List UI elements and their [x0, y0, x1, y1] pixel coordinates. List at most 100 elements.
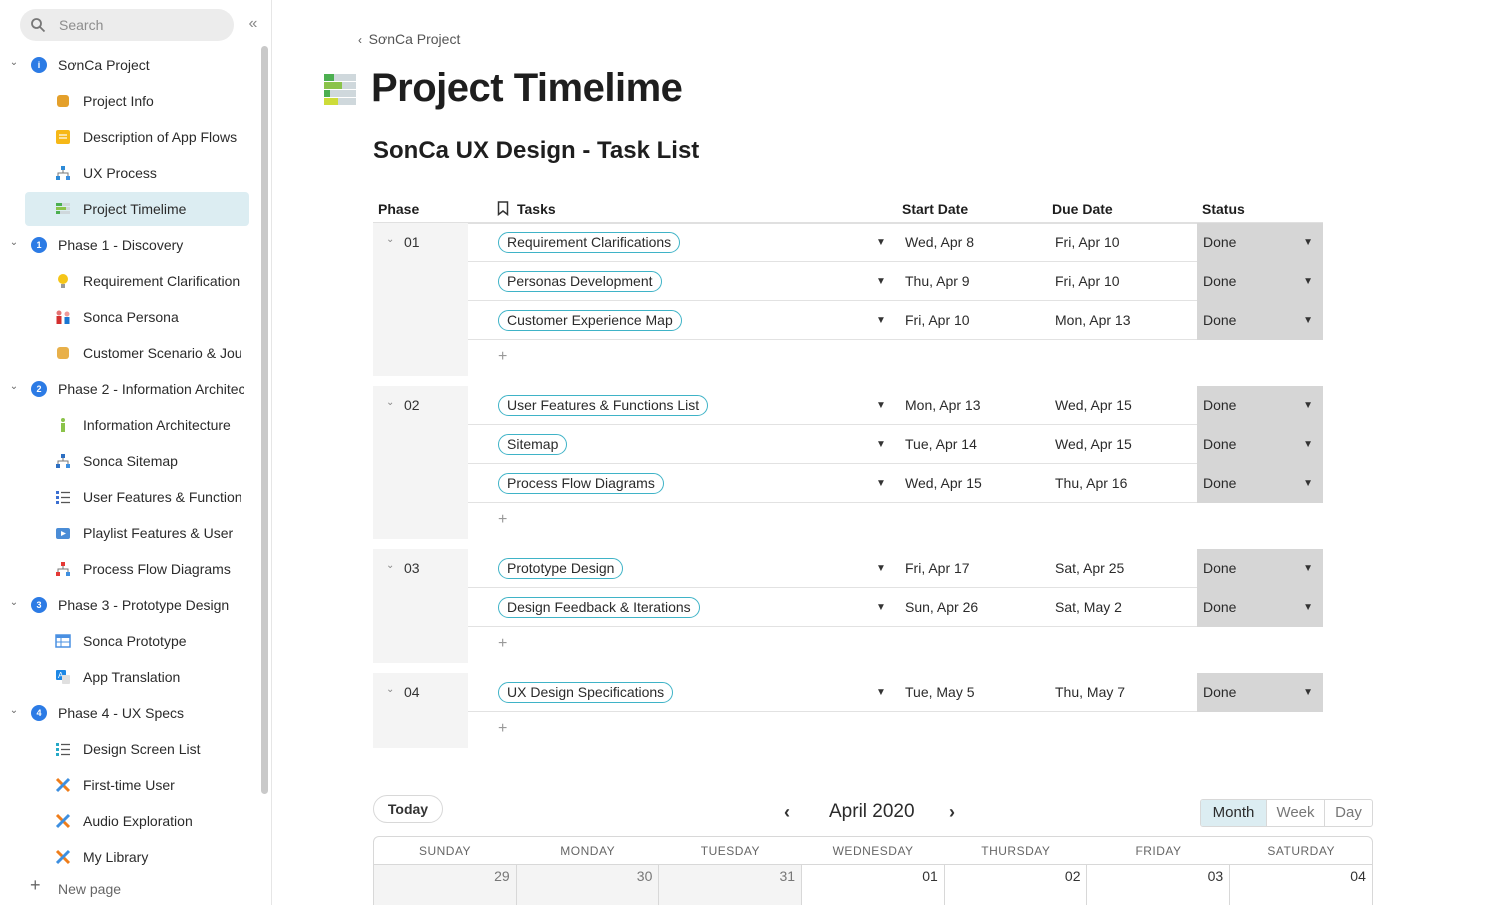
- status-select[interactable]: Done ▼: [1197, 301, 1323, 340]
- column-header-phase[interactable]: Phase: [378, 201, 419, 217]
- status-select[interactable]: Done ▼: [1197, 386, 1323, 425]
- start-date[interactable]: Fri, Apr 10: [905, 312, 970, 328]
- start-date[interactable]: Thu, Apr 9: [905, 273, 970, 289]
- sidebar-item[interactable]: First-time User: [25, 768, 249, 802]
- calendar-day-cell[interactable]: 02: [945, 865, 1088, 905]
- sidebar-item[interactable]: ⌄ 1 Phase 1 - Discovery: [0, 228, 250, 262]
- breadcrumb[interactable]: ‹ SơnCa Project: [358, 31, 460, 47]
- today-button[interactable]: Today: [373, 795, 443, 823]
- sidebar-item[interactable]: Sonca Persona: [25, 300, 249, 334]
- task-chip[interactable]: Design Feedback & Iterations: [498, 597, 700, 618]
- calendar-day-cell[interactable]: 03: [1088, 865, 1231, 905]
- start-date[interactable]: Sun, Apr 26: [905, 599, 978, 615]
- column-header-start-date[interactable]: Start Date: [902, 201, 968, 217]
- due-date[interactable]: Fri, Apr 10: [1055, 273, 1120, 289]
- sidebar-item[interactable]: Project Info: [25, 84, 249, 118]
- sidebar-item[interactable]: ⌄ 3 Phase 3 - Prototype Design: [0, 588, 250, 622]
- sidebar-item[interactable]: A App Translation: [25, 660, 249, 694]
- chevron-down-icon[interactable]: ⌄: [8, 237, 20, 249]
- calendar-day-cell[interactable]: 04: [1230, 865, 1372, 905]
- task-dropdown-icon[interactable]: ▼: [876, 237, 886, 248]
- table-row[interactable]: Prototype Design ▼ Fri, Apr 17 Sat, Apr 25 D…: [468, 549, 1323, 588]
- chevron-down-icon[interactable]: ⌄: [8, 381, 20, 393]
- table-row[interactable]: Requirement Clarifications ▼ Wed, Apr 8 Fri…: [468, 223, 1323, 262]
- calendar-day-cell[interactable]: 30: [516, 865, 660, 905]
- status-select[interactable]: Done ▼: [1197, 588, 1323, 627]
- table-row[interactable]: Process Flow Diagrams ▼ Wed, Apr 15 Thu, Ap…: [468, 464, 1323, 503]
- scrollbar-thumb[interactable]: [261, 46, 268, 794]
- due-date[interactable]: Wed, Apr 15: [1055, 397, 1132, 413]
- task-dropdown-icon[interactable]: ▼: [876, 315, 886, 326]
- start-date[interactable]: Tue, Apr 14: [905, 436, 977, 452]
- start-date[interactable]: Wed, Apr 15: [905, 475, 982, 491]
- status-select[interactable]: Done ▼: [1197, 464, 1323, 503]
- due-date[interactable]: Sat, May 2: [1055, 599, 1122, 615]
- task-chip[interactable]: Sitemap: [498, 434, 568, 455]
- sidebar-item[interactable]: Process Flow Diagrams: [25, 552, 249, 586]
- task-dropdown-icon[interactable]: ▼: [876, 602, 886, 613]
- table-row[interactable]: Customer Experience Map ▼ Fri, Apr 10 Mon, …: [468, 301, 1323, 340]
- sidebar-item[interactable]: Project Timelime: [25, 192, 249, 226]
- chevron-down-icon[interactable]: ⌄: [8, 597, 20, 609]
- chevron-down-icon[interactable]: ⌄: [386, 234, 394, 245]
- status-select[interactable]: Done ▼: [1197, 223, 1323, 262]
- calendar-day-cell[interactable]: 01: [802, 865, 945, 905]
- chevron-down-icon[interactable]: ⌄: [386, 684, 394, 695]
- due-date[interactable]: Mon, Apr 13: [1055, 312, 1131, 328]
- collapse-sidebar-icon[interactable]: «: [244, 15, 262, 33]
- start-date[interactable]: Fri, Apr 17: [905, 560, 970, 576]
- start-date[interactable]: Wed, Apr 8: [905, 234, 974, 250]
- sidebar-scrollbar[interactable]: [259, 46, 270, 796]
- task-chip[interactable]: Personas Development: [498, 271, 662, 292]
- sidebar-item[interactable]: Requirement Clarification: [25, 264, 249, 298]
- column-header-due-date[interactable]: Due Date: [1052, 201, 1113, 217]
- status-select[interactable]: Done ▼: [1197, 549, 1323, 588]
- sidebar-item[interactable]: Design Screen List: [25, 732, 249, 766]
- due-date[interactable]: Wed, Apr 15: [1055, 436, 1132, 452]
- due-date[interactable]: Fri, Apr 10: [1055, 234, 1120, 250]
- table-row[interactable]: Sitemap ▼ Tue, Apr 14 Wed, Apr 15 Done ▼: [468, 425, 1323, 464]
- task-chip[interactable]: Process Flow Diagrams: [498, 473, 664, 494]
- table-row[interactable]: User Features & Functions List ▼ Mon, Apr …: [468, 386, 1323, 425]
- table-row[interactable]: UX Design Specifications ▼ Tue, May 5 Thu, …: [468, 673, 1323, 712]
- chevron-down-icon[interactable]: ⌄: [386, 397, 394, 408]
- calendar-day-cell[interactable]: 31: [659, 865, 803, 905]
- sidebar-item[interactable]: User Features & Functions: [25, 480, 249, 514]
- sidebar-item[interactable]: Information Architecture: [25, 408, 249, 442]
- task-dropdown-icon[interactable]: ▼: [876, 563, 886, 574]
- table-row[interactable]: Design Feedback & Iterations ▼ Sun, Apr 26…: [468, 588, 1323, 627]
- task-chip[interactable]: Customer Experience Map: [498, 310, 682, 331]
- due-date[interactable]: Thu, May 7: [1055, 684, 1125, 700]
- view-day-button[interactable]: Day: [1325, 800, 1372, 826]
- status-select[interactable]: Done ▼: [1197, 673, 1323, 712]
- chevron-right-icon[interactable]: ›: [949, 802, 955, 823]
- task-dropdown-icon[interactable]: ▼: [876, 478, 886, 489]
- chevron-left-icon[interactable]: ‹: [784, 802, 790, 823]
- add-row-button[interactable]: +: [498, 720, 507, 738]
- start-date[interactable]: Mon, Apr 13: [905, 397, 981, 413]
- task-dropdown-icon[interactable]: ▼: [876, 276, 886, 287]
- add-row-button[interactable]: +: [498, 348, 507, 366]
- sidebar-item[interactable]: Audio Exploration: [25, 804, 249, 838]
- table-row[interactable]: Personas Development ▼ Thu, Apr 9 Fri, Apr …: [468, 262, 1323, 301]
- chevron-down-icon[interactable]: ⌄: [8, 705, 20, 717]
- column-header-tasks[interactable]: Tasks: [517, 201, 556, 217]
- task-dropdown-icon[interactable]: ▼: [876, 439, 886, 450]
- chevron-down-icon[interactable]: ⌄: [8, 57, 20, 69]
- add-row-button[interactable]: +: [498, 635, 507, 653]
- calendar-day-cell[interactable]: 29: [374, 865, 517, 905]
- task-chip[interactable]: Prototype Design: [498, 558, 624, 579]
- sidebar-item[interactable]: UX Process: [25, 156, 249, 190]
- column-header-status[interactable]: Status: [1202, 201, 1245, 217]
- start-date[interactable]: Tue, May 5: [905, 684, 975, 700]
- task-dropdown-icon[interactable]: ▼: [876, 400, 886, 411]
- sidebar-item[interactable]: ⌄ 4 Phase 4 - UX Specs: [0, 696, 250, 730]
- sidebar-item[interactable]: Playlist Features & User: [25, 516, 249, 550]
- sidebar-item[interactable]: Sonca Sitemap: [25, 444, 249, 478]
- task-chip[interactable]: Requirement Clarifications: [498, 232, 681, 253]
- sidebar-item[interactable]: Sonca Prototype: [25, 624, 249, 658]
- due-date[interactable]: Thu, Apr 16: [1055, 475, 1127, 491]
- search-input[interactable]: Search: [20, 9, 234, 41]
- chevron-down-icon[interactable]: ⌄: [386, 560, 394, 571]
- view-month-button[interactable]: Month: [1201, 800, 1267, 826]
